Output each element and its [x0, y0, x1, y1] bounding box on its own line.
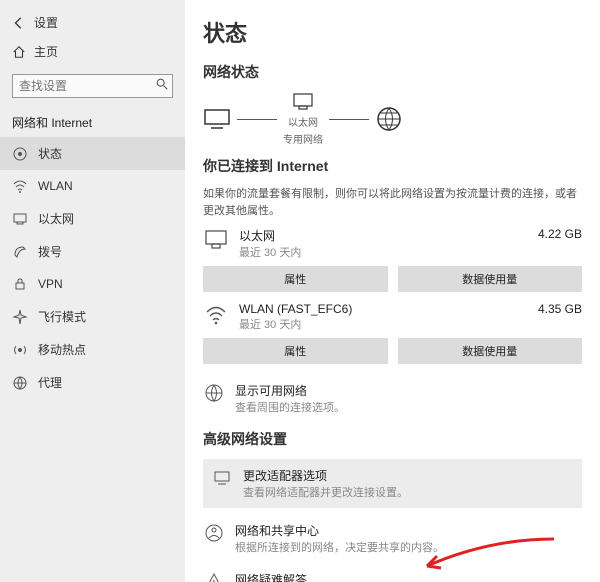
- sidebar-item-label: 拨号: [38, 243, 62, 260]
- connected-heading: 你已连接到 Internet: [203, 156, 582, 176]
- sidebar-item-wlan[interactable]: WLAN: [0, 170, 185, 202]
- sidebar-item-label: 代理: [38, 374, 62, 391]
- sidebar-item-status[interactable]: 状态: [0, 137, 185, 170]
- advanced-heading: 高级网络设置: [203, 429, 582, 449]
- settings-title: 设置: [34, 14, 58, 31]
- sidebar-item-label: 状态: [38, 145, 62, 162]
- sidebar-item-proxy[interactable]: 代理: [0, 366, 185, 399]
- network-row-wlan: WLAN (FAST_EFC6) 最近 30 天内 4.35 GB: [203, 302, 582, 332]
- properties-button[interactable]: 属性: [203, 266, 388, 292]
- back-button[interactable]: 设置: [0, 10, 185, 35]
- option-sub: 查看周围的连接选项。: [235, 399, 345, 415]
- annotation-arrow-icon: [419, 534, 559, 574]
- topology-mid-label: 以太网: [288, 114, 318, 129]
- sidebar-item-label: 飞行模式: [38, 308, 86, 325]
- sidebar-item-label: VPN: [38, 277, 63, 291]
- option-title: 显示可用网络: [235, 382, 345, 399]
- sidebar-item-label: 移动热点: [38, 341, 86, 358]
- sidebar: 设置 主页 网络和 Internet 状态 WLAN 以太网 拨号 VPN 飞行…: [0, 0, 185, 582]
- option-sub: 查看网络适配器并更改连接设置。: [243, 484, 408, 500]
- network-topology: 以太网 专用网络: [203, 92, 582, 146]
- option-title: 网络和共享中心: [235, 522, 444, 539]
- topology-mid-sub: 专用网络: [283, 131, 323, 146]
- warning-icon: [203, 571, 225, 582]
- sidebar-section: 网络和 Internet: [0, 108, 185, 137]
- adapter-icon: [211, 467, 233, 489]
- dialup-icon: [12, 244, 28, 260]
- sharing-icon: [203, 522, 225, 544]
- airplane-icon: [12, 309, 28, 325]
- topology-line: [329, 119, 369, 120]
- ethernet-icon: [203, 227, 229, 253]
- sidebar-item-label: WLAN: [38, 179, 73, 193]
- main-content: 状态 网络状态 以太网 专用网络 你已连接到 Internet 如果你的流量套餐…: [185, 0, 600, 582]
- sidebar-item-airplane[interactable]: 飞行模式: [0, 300, 185, 333]
- sidebar-item-ethernet[interactable]: 以太网: [0, 202, 185, 235]
- network-row-ethernet: 以太网 最近 30 天内 4.22 GB: [203, 227, 582, 260]
- pc-icon: [203, 107, 231, 131]
- page-title: 状态: [203, 16, 582, 48]
- network-usage: 4.22 GB: [538, 227, 582, 241]
- vpn-icon: [12, 276, 28, 292]
- network-name: WLAN (FAST_EFC6): [239, 302, 528, 316]
- globe-icon: [375, 105, 403, 133]
- option-title: 更改适配器选项: [243, 467, 408, 484]
- data-usage-button[interactable]: 数据使用量: [398, 338, 583, 364]
- network-sub: 最近 30 天内: [239, 244, 528, 260]
- wifi-icon: [203, 302, 229, 328]
- adapter-options[interactable]: 更改适配器选项 查看网络适配器并更改连接设置。: [203, 459, 582, 508]
- back-arrow-icon: [12, 16, 26, 30]
- home-link[interactable]: 主页: [0, 35, 185, 68]
- search-input[interactable]: [12, 74, 173, 98]
- hotspot-icon: [12, 342, 28, 358]
- network-sub: 最近 30 天内: [239, 316, 528, 332]
- status-heading: 网络状态: [203, 62, 582, 82]
- sidebar-item-dialup[interactable]: 拨号: [0, 235, 185, 268]
- search-box[interactable]: [12, 74, 173, 98]
- home-label: 主页: [34, 43, 58, 60]
- sidebar-item-hotspot[interactable]: 移动热点: [0, 333, 185, 366]
- option-sub: 根据所连接到的网络，决定要共享的内容。: [235, 539, 444, 555]
- network-usage: 4.35 GB: [538, 302, 582, 316]
- properties-button[interactable]: 属性: [203, 338, 388, 364]
- sidebar-item-label: 以太网: [38, 210, 74, 227]
- sidebar-item-vpn[interactable]: VPN: [0, 268, 185, 300]
- search-icon: [155, 77, 169, 91]
- home-icon: [12, 45, 26, 59]
- topology-line: [237, 119, 277, 120]
- network-name: 以太网: [239, 227, 528, 244]
- wifi-icon: [12, 178, 28, 194]
- option-title: 网络疑难解答: [235, 571, 345, 582]
- data-usage-button[interactable]: 数据使用量: [398, 266, 583, 292]
- ethernet-icon: [292, 92, 314, 112]
- globe-icon: [203, 382, 225, 404]
- ethernet-icon: [12, 211, 28, 227]
- connected-desc: 如果你的流量套餐有限制，则你可以将此网络设置为按流量计费的连接，或者更改其他属性…: [203, 186, 582, 219]
- show-available-networks[interactable]: 显示可用网络 查看周围的连接选项。: [203, 374, 582, 423]
- status-icon: [12, 146, 28, 162]
- proxy-icon: [12, 375, 28, 391]
